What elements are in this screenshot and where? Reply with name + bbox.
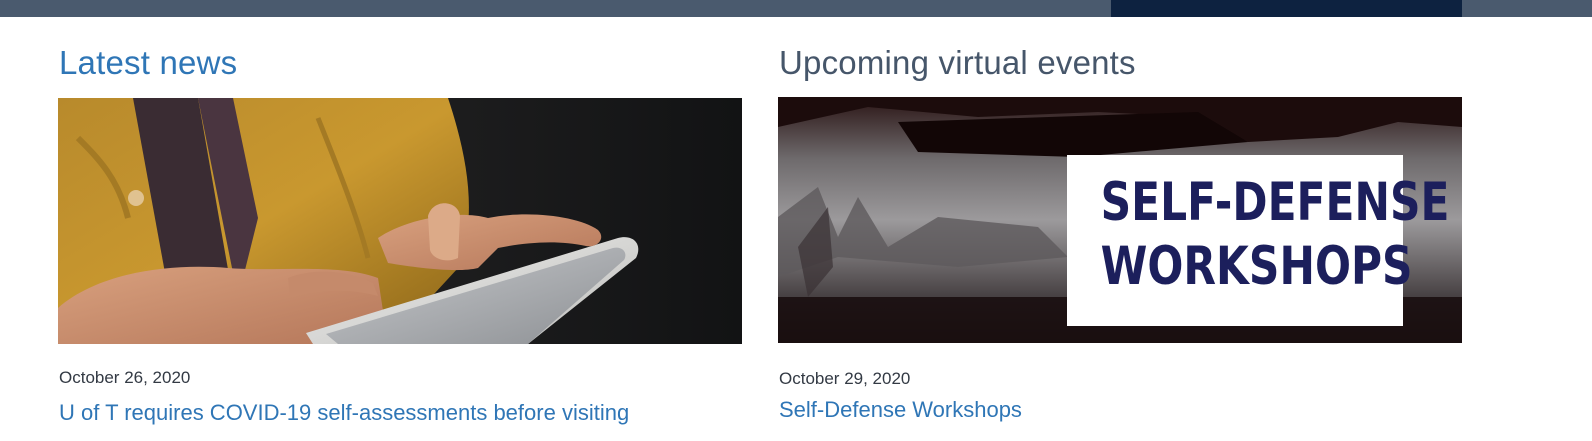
workshop-title-text: SELF-DEFENSE WORKSHOPS bbox=[1100, 171, 1450, 299]
top-bar-button[interactable] bbox=[1111, 0, 1462, 17]
news-headline-link[interactable]: U of T requires COVID-19 self-assessment… bbox=[59, 400, 629, 426]
news-image[interactable] bbox=[58, 98, 742, 344]
events-image[interactable]: SELF-DEFENSE WORKSHOPS bbox=[778, 97, 1462, 343]
top-navigation-bar bbox=[0, 0, 1592, 17]
event-headline-link[interactable]: Self-Defense Workshops bbox=[779, 397, 1022, 423]
workshop-title-card: SELF-DEFENSE WORKSHOPS bbox=[1067, 155, 1450, 326]
upcoming-events-title: Upcoming virtual events bbox=[779, 44, 1136, 81]
workshop-title-line2: WORKSHOPS bbox=[1100, 236, 1413, 297]
event-date: October 29, 2020 bbox=[779, 369, 911, 388]
phone-photo-illustration bbox=[58, 98, 742, 344]
news-date: October 26, 2020 bbox=[59, 368, 191, 387]
workshop-title-line1: SELF-DEFENSE bbox=[1100, 172, 1450, 233]
latest-news-title: Latest news bbox=[59, 44, 238, 81]
